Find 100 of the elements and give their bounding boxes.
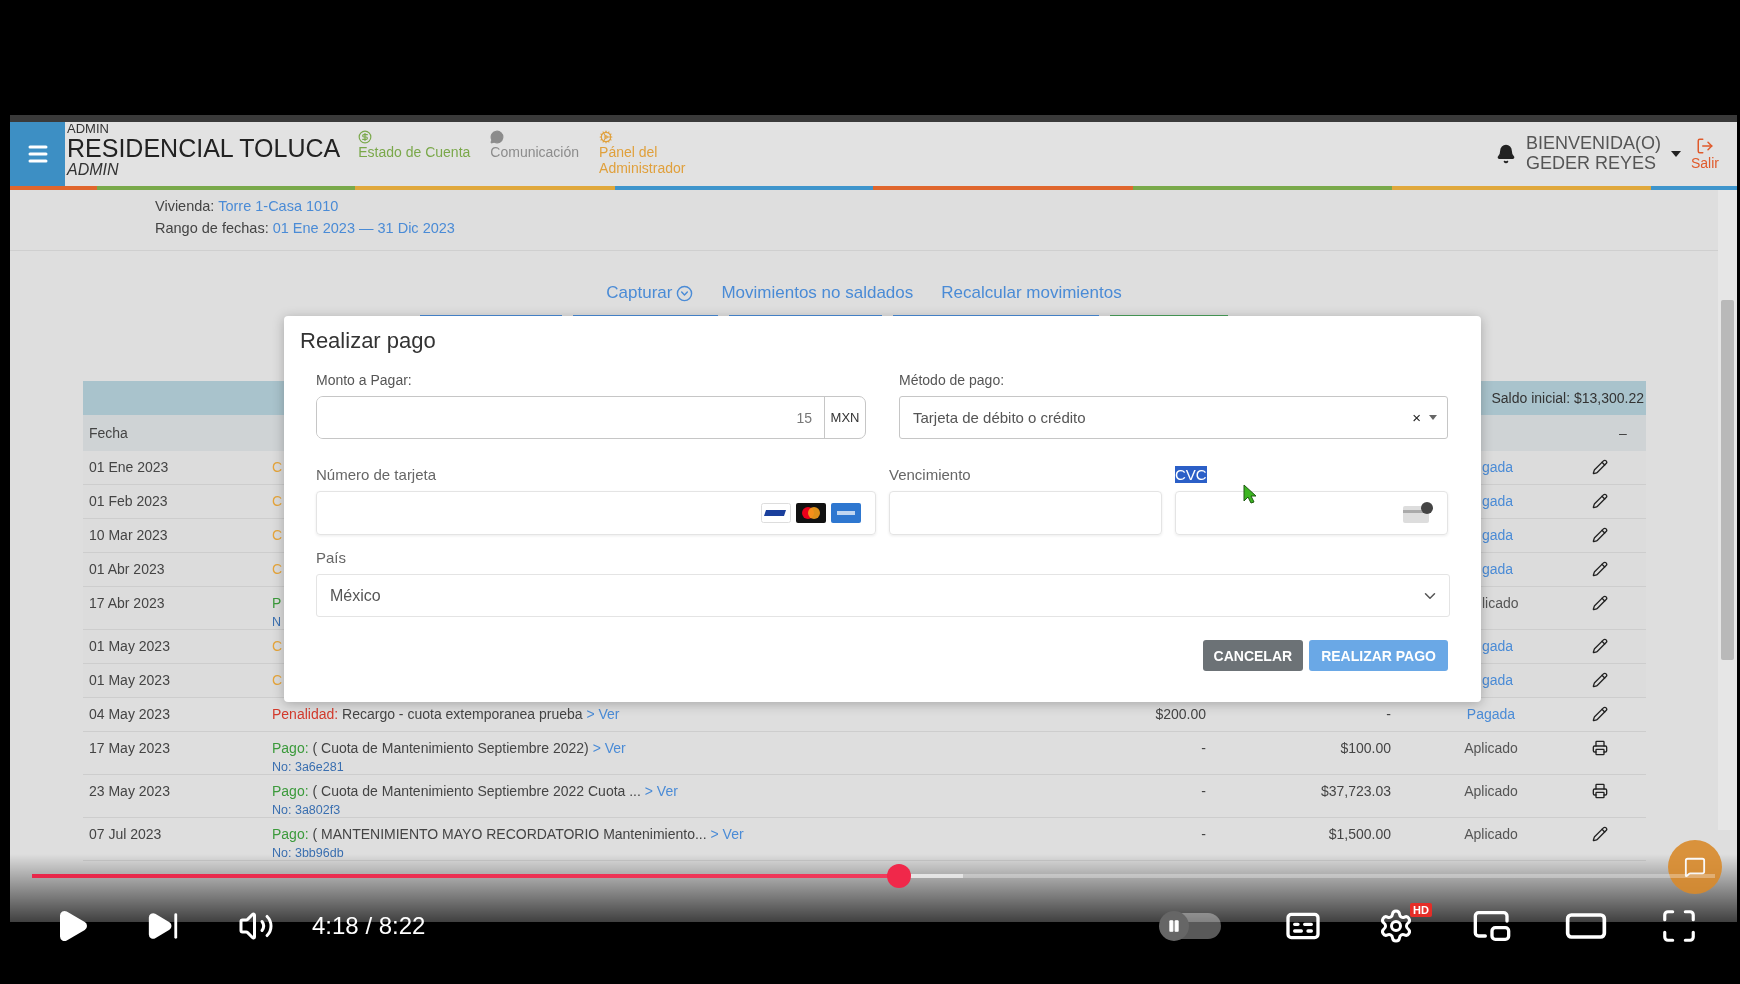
description-cell: Penalidad: Recargo - cuota extemporanea prueba > Ver: [272, 706, 620, 722]
payment-cell-text: -: [1385, 706, 1391, 722]
time-display: 4:18 / 8:22: [312, 912, 426, 940]
nav-link[interactable]: Comunicación: [480, 122, 590, 186]
date-cell-text: 01 Ene 2023: [88, 459, 170, 475]
status-cell: Aplicado: [1464, 783, 1518, 799]
tab-link[interactable]: Recalcular movimientos: [941, 283, 1122, 303]
field-label: Método de pago:: [899, 372, 1005, 388]
description-cell: C: [272, 459, 283, 475]
date-cell-text: 01 Abr 2023: [88, 561, 166, 577]
date-cell-text: 17 May 2023: [88, 740, 171, 756]
view-link[interactable]: > Ver: [644, 783, 678, 799]
edit-icon[interactable]: [1592, 527, 1608, 543]
mastercard-icon: [796, 503, 826, 523]
role-label: ADMIN: [67, 122, 110, 135]
payment-cell-text: $37,723.03: [1319, 783, 1391, 799]
edit-icon[interactable]: [1592, 561, 1608, 577]
status-cell: gada: [1482, 672, 1514, 688]
chat-icon[interactable]: [1684, 856, 1706, 878]
nav-link[interactable]: Estado de Cuenta: [348, 122, 481, 186]
edit-icon[interactable]: [1592, 493, 1608, 509]
amex-card-icon: [831, 503, 861, 523]
nav-link[interactable]: Pánel del Administrador: [589, 122, 700, 186]
view-link[interactable]: > Ver: [710, 826, 744, 842]
status-cell: gada: [1482, 493, 1514, 509]
description-cell: Pago: ( Cuota de Mantenimiento Septiembre 2022 Cuota ... > Ver: [272, 783, 678, 799]
printer-icon[interactable]: [1592, 783, 1608, 799]
reference-text: No: 3a802f3: [272, 803, 341, 817]
date-cell-text: 23 May 2023: [88, 783, 171, 799]
status-cell: Aplicado: [1464, 826, 1518, 842]
caret-icon[interactable]: [1671, 151, 1681, 157]
dialog-title: Realizar pago: [300, 328, 437, 354]
description-cell: Pago: ( Cuota de Mantenimiento Septiembre 2022) > Ver: [272, 740, 626, 756]
status-cell: Aplicado: [1464, 740, 1518, 756]
status-cell: gada: [1482, 527, 1514, 543]
amount-field[interactable]: 15 MXN: [316, 396, 866, 439]
pay-button[interactable]: REALIZAR PAGO: [1309, 640, 1448, 671]
payment-cell-text: $100.00: [1339, 740, 1391, 756]
status-cell: gada: [1482, 561, 1514, 577]
description-cell: C: [272, 527, 283, 543]
edit-icon[interactable]: [1592, 638, 1608, 654]
status-cell: gada: [1482, 459, 1514, 475]
view-link[interactable]: > Ver: [592, 740, 626, 756]
fullscreen-button[interactable]: [1660, 907, 1698, 945]
date-cell-text: 01 Feb 2023: [88, 493, 169, 509]
description-cell: P: [272, 595, 282, 611]
payment-method-select[interactable]: Tarjeta de débito o crédito ×: [899, 396, 1448, 439]
reference-text: No: 3a6e281: [272, 760, 344, 774]
status-cell: gada: [1482, 638, 1514, 654]
role-label: ADMIN: [67, 162, 120, 178]
country-select[interactable]: México: [316, 574, 1450, 617]
door-icon[interactable]: [1696, 137, 1714, 155]
column-header: –: [1619, 425, 1628, 441]
expiry-field[interactable]: [889, 491, 1162, 535]
charge-cell-text: -: [1200, 826, 1206, 842]
tab-link[interactable]: Capturar: [606, 283, 694, 303]
edit-icon[interactable]: [1592, 459, 1608, 475]
charge-cell-text: -: [1200, 783, 1206, 799]
app-title: RESIDENCIAL TOLUCA: [67, 136, 341, 161]
bell-icon[interactable]: [1495, 144, 1516, 164]
reference-text: No: 3bb96db: [272, 846, 344, 860]
cancel-button[interactable]: CANCELAR: [1202, 640, 1304, 671]
description-cell: Pago: ( MANTENIMIENTO MAYO RECORDATORIO Mantenimiento... > Ver: [272, 826, 744, 842]
date-cell-text: 07 Jul 2023: [88, 826, 163, 842]
info-line: Vivienda: Torre 1-Casa 1010: [155, 198, 340, 214]
edit-icon[interactable]: [1592, 706, 1608, 722]
field-label: País: [316, 549, 346, 566]
payment-cell-text: $1,500.00: [1327, 826, 1391, 842]
autoplay-toggle[interactable]: [1161, 913, 1222, 939]
edit-icon[interactable]: [1592, 595, 1608, 611]
field-label: Número de tarjeta: [316, 466, 437, 483]
date-cell-text: 17 Abr 2023: [88, 595, 166, 611]
hd-badge: HD: [1410, 903, 1432, 917]
status-cell: Pagada: [1466, 706, 1516, 722]
tab-link[interactable]: Movimientos no saldados: [721, 283, 914, 303]
scrollbar[interactable]: [1718, 190, 1737, 830]
charge-cell-text: $200.00: [1154, 706, 1206, 722]
visa-card-icon: [761, 503, 791, 523]
user-greeting[interactable]: BIENVENIDA(O) GEDER REYES: [1525, 134, 1661, 174]
cvc-field[interactable]: [1175, 491, 1448, 535]
card-back-icon: [1403, 502, 1433, 524]
edit-icon[interactable]: [1592, 672, 1608, 688]
view-link[interactable]: > Ver: [586, 706, 620, 722]
field-label: Monto a Pagar:: [316, 372, 412, 388]
date-cell-text: 01 May 2023: [88, 672, 171, 688]
edit-icon[interactable]: [1592, 826, 1608, 842]
pause-icon[interactable]: [1167, 919, 1182, 933]
menu-button[interactable]: [10, 122, 65, 186]
card-number-field[interactable]: [316, 491, 876, 535]
date-cell-text: 10 Mar 2023: [88, 527, 169, 543]
description-cell: C: [272, 638, 283, 654]
field-label: Vencimiento: [889, 466, 971, 483]
date-cell-text: 01 May 2023: [88, 638, 171, 654]
description-cell: C: [272, 672, 283, 688]
cursor-icon: [1243, 484, 1257, 504]
printer-icon[interactable]: [1592, 740, 1608, 756]
status-cell: licado: [1482, 595, 1519, 611]
logout-link[interactable]: Salir: [1691, 137, 1719, 171]
reference-text: N: [272, 615, 282, 629]
balance-text: Saldo inicial: $13,300.22: [1491, 390, 1644, 406]
